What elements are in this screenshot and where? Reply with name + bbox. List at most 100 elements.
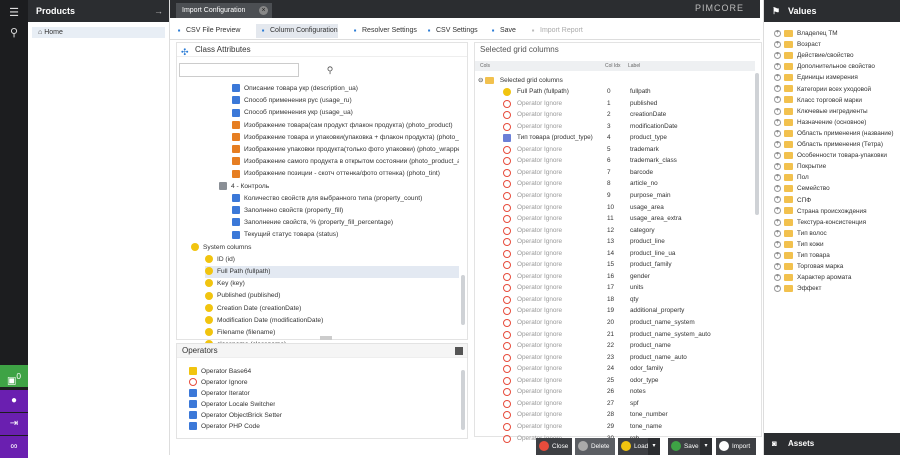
grid-row[interactable]: Operator Ignore 19 additional_property bbox=[475, 305, 755, 317]
grid-row[interactable]: Operator Ignore 20 product_name_system bbox=[475, 317, 755, 329]
grid-row[interactable]: Operator Ignore 14 product_line_ua bbox=[475, 248, 755, 260]
bottom-button-import[interactable]: Import bbox=[716, 438, 756, 455]
expand-icon[interactable]: + bbox=[774, 285, 781, 293]
expand-icon[interactable]: + bbox=[774, 129, 781, 137]
values-item[interactable]: + Возраст bbox=[774, 39, 898, 50]
expand-icon[interactable]: + bbox=[774, 185, 781, 193]
grid-row[interactable]: Тип товара (product_type) 4 product_type bbox=[475, 132, 755, 144]
grid-root-node[interactable]: ⊖ Selected grid columns bbox=[478, 75, 563, 87]
values-item[interactable]: + СПФ bbox=[774, 195, 898, 206]
attribute-row[interactable]: Creation Date (creationDate) bbox=[205, 303, 459, 315]
values-item[interactable]: + Пол bbox=[774, 172, 898, 183]
grid-row[interactable]: Operator Ignore 9 purpose_main bbox=[475, 190, 755, 202]
expand-icon[interactable]: + bbox=[774, 207, 781, 215]
grid-scrollbar[interactable] bbox=[755, 73, 759, 215]
values-item[interactable]: + Единицы измерения bbox=[774, 72, 898, 83]
values-item[interactable]: + Дополнительное свойство bbox=[774, 61, 898, 72]
attribute-row[interactable]: Filename (filename) bbox=[205, 327, 459, 339]
grid-row[interactable]: Operator Ignore 16 gender bbox=[475, 271, 755, 283]
tab-import-configuration[interactable]: Import Configuration × bbox=[176, 3, 272, 18]
grid-row[interactable]: Operator Ignore 26 notes bbox=[475, 386, 755, 398]
operator-item[interactable]: Operator PHP Code bbox=[189, 421, 260, 433]
expand-icon[interactable]: + bbox=[774, 262, 781, 270]
expand-icon[interactable]: + bbox=[774, 196, 781, 204]
save-dropdown-icon[interactable]: ▾ bbox=[700, 438, 712, 455]
attribute-row[interactable]: Способ применения укр (usage_ua) bbox=[232, 107, 459, 119]
attribute-row[interactable]: ID (id) bbox=[205, 254, 459, 266]
expand-icon[interactable]: + bbox=[774, 40, 781, 48]
splitter-handle[interactable] bbox=[320, 336, 332, 340]
values-item[interactable]: + Покрытие bbox=[774, 161, 898, 172]
attribute-row[interactable]: Заполнено свойств (property_fill) bbox=[232, 205, 459, 217]
attribute-row[interactable]: Full Path (fullpath) bbox=[205, 266, 459, 278]
attribute-row[interactable]: System columns bbox=[191, 242, 459, 254]
expand-icon[interactable]: + bbox=[774, 96, 781, 104]
grid-row[interactable]: Operator Ignore 13 product_line bbox=[475, 236, 755, 248]
values-item[interactable]: + Область применения (название) bbox=[774, 128, 898, 139]
attribute-row[interactable]: 4 - Контроль bbox=[219, 181, 459, 193]
attribute-row[interactable]: Способ применения рус (usage_ru) bbox=[232, 95, 459, 107]
grid-row[interactable]: Operator Ignore 22 product_name bbox=[475, 340, 755, 352]
attribute-row[interactable]: Изображение товара и упаковки(упаковка +… bbox=[232, 132, 459, 144]
grid-row[interactable]: Operator Ignore 6 trademark_class bbox=[475, 155, 755, 167]
grid-row[interactable]: Operator Ignore 24 odor_family bbox=[475, 363, 755, 375]
expand-icon[interactable]: + bbox=[774, 174, 781, 182]
attribute-row[interactable]: Published (published) bbox=[205, 290, 459, 302]
grid-row[interactable]: Operator Ignore 27 spf bbox=[475, 398, 755, 410]
expand-icon[interactable]: + bbox=[774, 163, 781, 170]
collapse-icon[interactable]: ⊖ bbox=[478, 77, 483, 84]
grid-row[interactable]: Operator Ignore 28 tone_number bbox=[475, 409, 755, 421]
expand-icon[interactable]: + bbox=[774, 107, 781, 115]
toolbar-button-5[interactable]: ▪ Import Report bbox=[526, 24, 583, 38]
grid-row[interactable]: Operator Ignore 2 creationDate bbox=[475, 109, 755, 121]
values-item[interactable]: + Тип товара bbox=[774, 250, 898, 261]
expand-icon[interactable]: + bbox=[774, 52, 781, 59]
expand-icon[interactable]: + bbox=[774, 118, 781, 126]
expand-icon[interactable]: + bbox=[774, 74, 781, 82]
values-item[interactable]: + Торговая марка bbox=[774, 261, 898, 272]
values-item[interactable]: + Тип волос bbox=[774, 228, 898, 239]
values-item[interactable]: + Характер аромата bbox=[774, 272, 898, 283]
operators-scrollbar[interactable] bbox=[461, 370, 465, 430]
grid-row[interactable]: Operator Ignore 3 modificationDate bbox=[475, 121, 755, 133]
values-item[interactable]: + Категории всех уходовой bbox=[774, 84, 898, 95]
toolbar-button-0[interactable]: ▪ CSV File Preview bbox=[172, 24, 241, 38]
grid-row[interactable]: Operator Ignore 12 category bbox=[475, 225, 755, 237]
values-item[interactable]: + Эффект bbox=[774, 283, 898, 294]
expand-icon[interactable]: + bbox=[774, 274, 781, 281]
grid-row[interactable]: Operator Ignore 1 published bbox=[475, 98, 755, 110]
user-button[interactable]: ● bbox=[0, 390, 28, 412]
values-item[interactable]: + Страна происхождения bbox=[774, 206, 898, 217]
tree-item-home[interactable]: ⌂ Home bbox=[32, 27, 165, 38]
bottom-button-delete[interactable]: Delete bbox=[575, 438, 615, 455]
values-item[interactable]: + Тип кожи bbox=[774, 239, 898, 250]
grid-row[interactable]: Operator Ignore 25 odor_type bbox=[475, 375, 755, 387]
collapse-arrow-icon[interactable]: → bbox=[154, 0, 163, 22]
values-item[interactable]: + Класс торговой марки bbox=[774, 95, 898, 106]
attribute-row[interactable]: Изображение упаковки продукта(только фот… bbox=[232, 144, 459, 156]
attribute-row[interactable]: Изображение товара(сам продукт флакон пр… bbox=[232, 120, 459, 132]
bottom-button-load[interactable]: Load bbox=[618, 438, 648, 455]
expand-icon[interactable]: + bbox=[774, 85, 781, 93]
assets-header[interactable]: ◙ Assets bbox=[764, 433, 900, 455]
attribute-row[interactable]: Количество свойств для выбранного типа (… bbox=[232, 193, 459, 205]
attribute-row[interactable]: Key (key) bbox=[205, 278, 459, 290]
expand-icon[interactable]: + bbox=[774, 63, 781, 71]
bottom-button-close[interactable]: Close bbox=[536, 438, 572, 455]
expand-icon[interactable]: + bbox=[774, 140, 781, 148]
toolbar-button-3[interactable]: ▪ CSV Settings bbox=[422, 24, 478, 38]
values-item[interactable]: + Назначение (основное) bbox=[774, 117, 898, 128]
expand-icon[interactable]: + bbox=[774, 151, 781, 159]
grid-row[interactable]: Operator Ignore 7 barcode bbox=[475, 167, 755, 179]
grid-row[interactable]: Operator Ignore 5 trademark bbox=[475, 144, 755, 156]
grid-row[interactable]: Operator Ignore 29 tone_name bbox=[475, 421, 755, 433]
attribute-row[interactable]: Текущий статус товара (status) bbox=[232, 229, 459, 241]
attribute-row[interactable]: Изображение позиции - скотч оттенка/фото… bbox=[232, 168, 459, 180]
attribute-row[interactable]: Заполнение свойств, % (property_fill_per… bbox=[232, 217, 459, 229]
toolbar-button-4[interactable]: ▪ Save bbox=[486, 24, 516, 38]
notifications-button[interactable]: ▣0 bbox=[0, 365, 28, 387]
values-item[interactable]: + Особенности товара-упаковки bbox=[774, 150, 898, 161]
grid-row[interactable]: Operator Ignore 21 product_name_system_aut… bbox=[475, 329, 755, 341]
close-tab-icon[interactable]: × bbox=[259, 6, 268, 15]
attribute-search-input[interactable] bbox=[179, 63, 299, 77]
